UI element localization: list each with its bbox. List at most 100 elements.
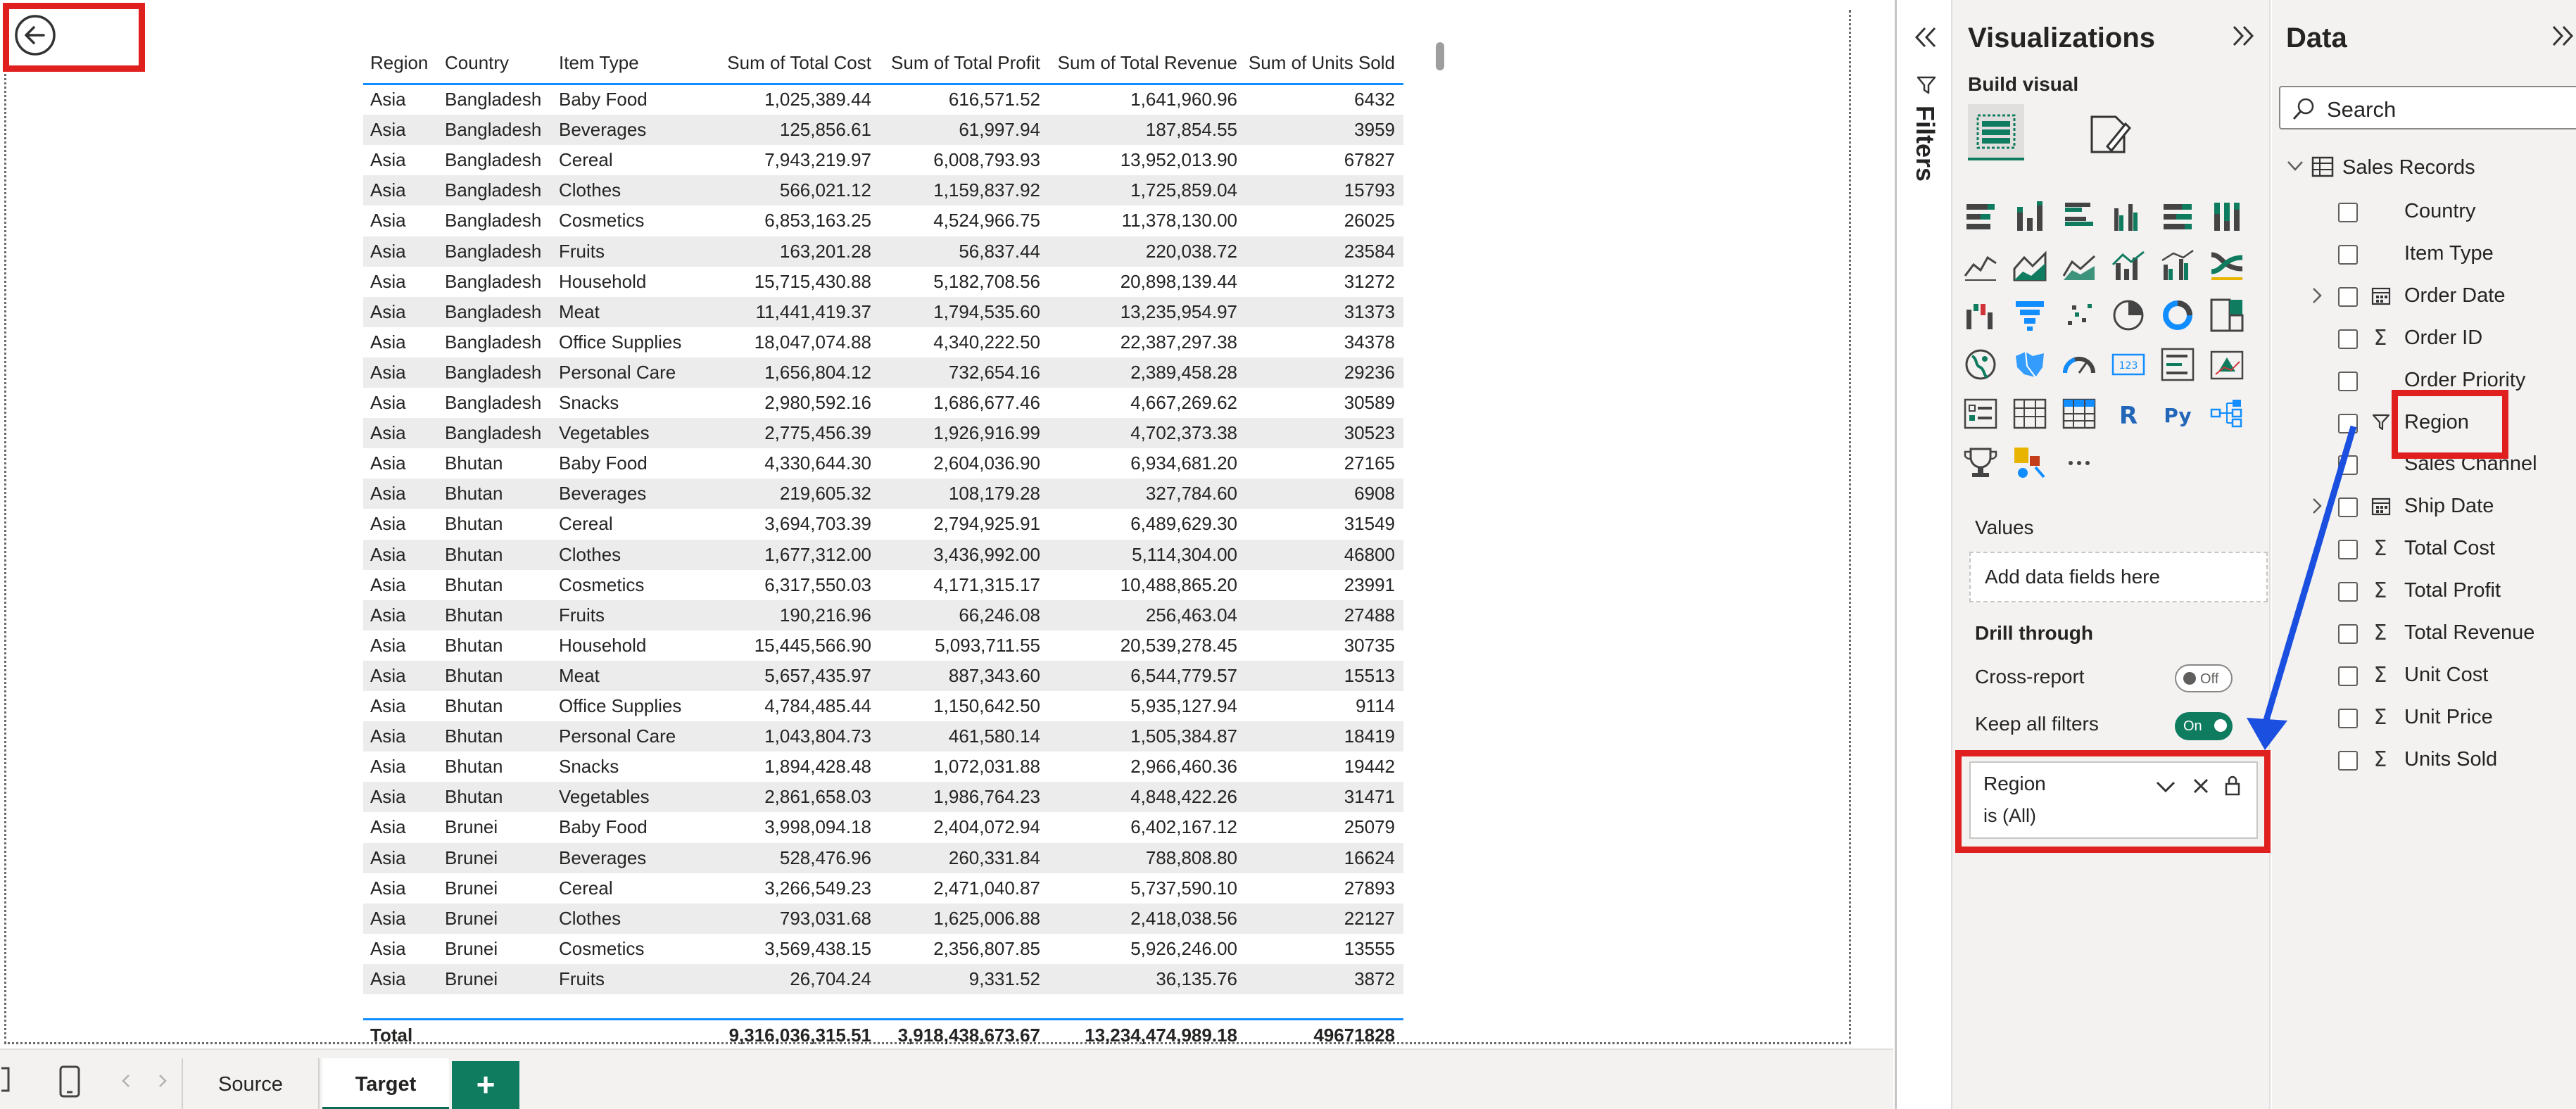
collapse-double-chevron-icon[interactable] (1914, 25, 1938, 49)
table-row[interactable]: Asia Bhutan Vegetables 2,861,658.03 1,986,76… (363, 782, 1403, 813)
table-row[interactable]: Asia Brunei Cosmetics 3,569,438.15 2,356,807… (363, 934, 1403, 964)
format-visual-icon[interactable] (2088, 111, 2134, 156)
back-arrow-circle-icon[interactable] (13, 13, 58, 58)
table-row[interactable]: Asia Bangladesh Household 15,715,430.88 5,18… (363, 267, 1403, 297)
table-row[interactable]: Asia Bangladesh Cosmetics 6,853,163.25 4,524… (363, 205, 1403, 236)
expand-double-chevron-icon[interactable] (2231, 24, 2256, 48)
table-row[interactable]: Asia Bhutan Fruits 190,216.96 66,246.08 256,4… (363, 600, 1403, 630)
table-row[interactable]: Asia Bhutan Cereal 3,694,703.39 2,794,925.91… (363, 509, 1403, 539)
clear-filter-icon[interactable] (2192, 777, 2210, 795)
table-row[interactable]: Asia Bhutan Household 15,445,566.90 5,093,71… (363, 630, 1403, 661)
lock-icon[interactable] (2224, 774, 2241, 797)
table-row[interactable]: Asia Bangladesh Personal Care 1,656,804.12 7… (363, 357, 1403, 388)
table-row[interactable]: Asia Brunei Cereal 3,266,549.23 2,471,040.87… (363, 873, 1403, 904)
table-icon[interactable] (2012, 395, 2048, 432)
table-row[interactable]: Asia Brunei Baby Food 3,998,094.18 2,404,072… (363, 812, 1403, 842)
clustered-bar-icon[interactable] (2061, 198, 2097, 235)
add-page-button[interactable]: + (452, 1061, 519, 1109)
table-row[interactable]: Asia Bangladesh Beverages 125,856.61 61,997.… (363, 115, 1403, 146)
chevron-down-icon[interactable] (2286, 159, 2304, 173)
table-row[interactable]: Asia Bhutan Meat 5,657,435.97 887,343.60 6,54… (363, 660, 1403, 691)
field-checkbox[interactable] (2338, 244, 2358, 265)
line-clustered-column-icon[interactable] (2159, 248, 2196, 284)
line-column-icon[interactable] (2110, 248, 2147, 284)
drill-through-filter-card[interactable]: Region is (All) (1969, 761, 2258, 839)
slicer-icon[interactable] (1962, 395, 1999, 432)
r-visual-icon[interactable]: R (2110, 395, 2147, 432)
table-row[interactable]: Asia Brunei Fruits 26,704.24 9,331.52 36,135.… (363, 963, 1403, 994)
field-checkbox[interactable] (2338, 286, 2358, 307)
100-column-icon[interactable] (2209, 198, 2245, 235)
treemap-icon[interactable] (2209, 297, 2245, 334)
funnel-icon[interactable] (2012, 297, 2048, 334)
header-total-revenue[interactable]: Sum of Total Revenue (1044, 41, 1237, 84)
table-row[interactable]: Asia Bhutan Beverages 219,605.32 108,179.28 3… (363, 479, 1403, 509)
table-row[interactable]: Asia Bhutan Office Supplies 4,784,485.44 1,1… (363, 691, 1403, 721)
table-row[interactable]: Asia Bangladesh Clothes 566,021.12 1,159,837… (363, 175, 1403, 206)
field-order-date[interactable]: Order Date (2272, 280, 2576, 311)
table-row[interactable]: Asia Bhutan Personal Care 1,043,804.73 461,5… (363, 721, 1403, 752)
scroll-right-icon[interactable] (158, 1074, 168, 1088)
expand-double-chevron-icon[interactable] (2551, 24, 2576, 48)
100-bar-icon[interactable] (2159, 198, 2196, 235)
field-checkbox[interactable] (2338, 371, 2358, 391)
stacked-bar-icon[interactable] (1962, 198, 1999, 235)
field-country[interactable]: Country (2272, 196, 2576, 227)
tab-target[interactable]: Target (322, 1058, 449, 1109)
field-order-id[interactable]: Σ Order ID (2272, 322, 2576, 353)
table-row[interactable]: Asia Bangladesh Baby Food 1,025,389.44 616,5… (363, 84, 1403, 115)
search-input[interactable]: Search (2279, 86, 2576, 129)
python-visual-icon[interactable]: Py (2159, 395, 2196, 432)
ribbon-chart-icon[interactable] (2209, 248, 2245, 284)
pie-chart-icon[interactable] (2110, 297, 2147, 334)
field-checkbox[interactable] (2338, 329, 2358, 349)
table-row[interactable]: Asia Brunei Clothes 793,031.68 1,625,006.88 2… (363, 903, 1403, 934)
table-row[interactable]: Asia Bangladesh Fruits 163,201.28 56,837.44 2… (363, 236, 1403, 267)
field-item-type[interactable]: Item Type (2272, 238, 2576, 269)
build-visual-tab[interactable] (1968, 104, 2024, 160)
scatter-icon[interactable] (2061, 297, 2097, 334)
kpi-icon[interactable] (2209, 346, 2245, 383)
cross-report-toggle[interactable]: Off (2175, 664, 2233, 692)
header-country[interactable]: Country (445, 41, 557, 84)
header-region[interactable]: Region (370, 41, 441, 84)
scroll-left-icon[interactable] (121, 1074, 131, 1088)
donut-chart-icon[interactable] (2159, 297, 2196, 334)
multi-row-card-icon[interactable] (2159, 346, 2196, 383)
values-field-well[interactable]: Add data fields here (1969, 552, 2268, 602)
card-icon[interactable]: 123 (2110, 346, 2147, 383)
more-visuals-icon[interactable] (2061, 445, 2097, 481)
table-row[interactable]: Asia Bangladesh Vegetables 2,775,456.39 1,92… (363, 418, 1403, 449)
clustered-column-icon[interactable] (2110, 198, 2147, 235)
map-icon[interactable] (1962, 346, 1999, 383)
table-row[interactable]: Asia Bangladesh Office Supplies 18,047,074.… (363, 327, 1403, 357)
key-influencers-icon[interactable] (1962, 445, 1999, 481)
table-row[interactable]: Asia Bhutan Cosmetics 6,317,550.03 4,171,315… (363, 570, 1403, 600)
table-row[interactable]: Asia Bangladesh Snacks 2,980,592.16 1,686,67… (363, 388, 1403, 418)
header-units-sold[interactable]: Sum of Units Sold (1239, 41, 1395, 84)
stacked-column-icon[interactable] (2012, 198, 2048, 235)
filled-map-icon[interactable] (2012, 346, 2048, 383)
matrix-icon[interactable] (2061, 395, 2097, 432)
line-chart-icon[interactable] (1962, 248, 1999, 284)
chevron-down-icon[interactable] (2155, 780, 2176, 794)
header-total-cost[interactable]: Sum of Total Cost (712, 41, 871, 84)
qa-icon[interactable] (2012, 445, 2048, 481)
table-row[interactable]: Asia Bhutan Clothes 1,677,312.00 3,436,992.0… (363, 539, 1403, 570)
chevron-right-icon[interactable] (2310, 286, 2324, 305)
header-total-profit[interactable]: Sum of Total Profit (877, 41, 1040, 84)
table-body[interactable]: Asia Bangladesh Baby Food 1,025,389.44 616,5… (363, 84, 1403, 1019)
mobile-layout-icon[interactable] (59, 1065, 80, 1098)
tab-source[interactable]: Source (182, 1058, 320, 1109)
keep-all-filters-toggle[interactable]: On (2175, 712, 2233, 740)
table-row[interactable]: Asia Brunei Beverages 528,476.96 260,331.84 7… (363, 842, 1403, 873)
table-row[interactable]: Asia Bhutan Baby Food 4,330,644.30 2,604,036… (363, 448, 1403, 479)
page-view-icon[interactable] (1, 1065, 15, 1094)
table-row[interactable]: Asia Bangladesh Cereal 7,943,219.97 6,008,79… (363, 145, 1403, 175)
stacked-area-icon[interactable] (2061, 248, 2097, 284)
table-row[interactable]: Asia Bhutan Snacks 1,894,428.48 1,072,031.88… (363, 752, 1403, 782)
field-checkbox[interactable] (2338, 203, 2358, 222)
area-chart-icon[interactable] (2012, 248, 2048, 284)
table-scrollbar[interactable] (1436, 42, 1444, 70)
gauge-icon[interactable] (2061, 346, 2097, 383)
